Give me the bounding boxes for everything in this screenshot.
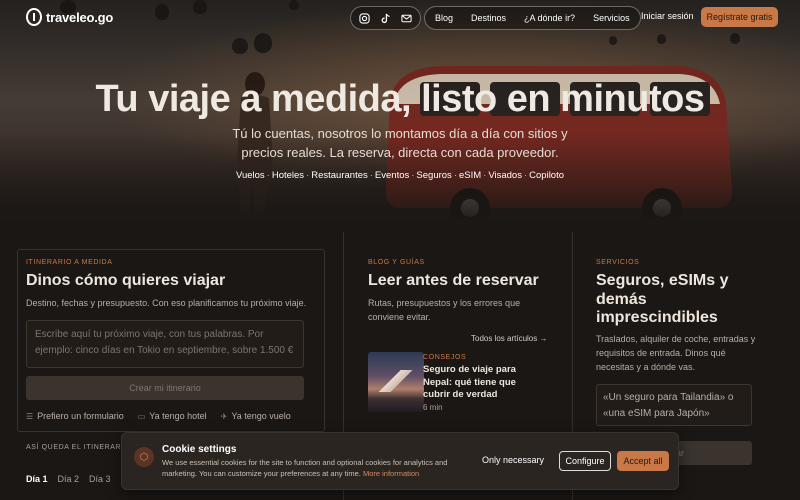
option-hotel[interactable]: ▭ Ya tengo hotel xyxy=(138,411,207,421)
login-link[interactable]: Iniciar sesión xyxy=(641,11,694,21)
itinerary-options: ☰ Prefiero un formulario ▭ Ya tengo hotel … xyxy=(26,411,291,421)
cookie-icon: ⬡ xyxy=(134,447,154,467)
accept-all-button[interactable]: Accept all xyxy=(617,451,669,471)
nav-link-servicios[interactable]: Servicios xyxy=(593,13,630,23)
nav-link-destinos[interactable]: Destinos xyxy=(471,13,506,23)
day-tabs: Día 1 Día 2 Día 3 D xyxy=(26,474,127,484)
nav-link-where-to-go[interactable]: ¿A dónde ir? xyxy=(524,13,575,23)
create-itinerary-button[interactable]: Crear mi itinerario xyxy=(26,376,304,400)
list-icon: ☰ xyxy=(26,412,34,421)
tab-day-3[interactable]: Día 3 xyxy=(89,474,111,484)
tag-visados: Visados xyxy=(488,170,522,181)
cookie-banner: ⬡ Cookie settings We use essential cooki… xyxy=(121,432,679,490)
register-button[interactable]: Regístrate gratis xyxy=(701,7,778,27)
itinerary-title: Dinos cómo quieres viajar xyxy=(26,272,226,289)
tag-esim: eSIM xyxy=(458,170,482,181)
article-read-time: 6 min xyxy=(423,403,443,412)
tag-seguros: Seguros xyxy=(416,170,452,181)
tab-day-2[interactable]: Día 2 xyxy=(58,474,80,484)
blog-kicker: Blog y guías xyxy=(368,259,425,266)
services-desc: Traslados, alquiler de coche, entradas y… xyxy=(596,334,756,372)
main-nav: Blog Destinos ¿A dónde ir? Servicios xyxy=(424,6,641,30)
option-flight-label: Ya tengo vuelo xyxy=(231,411,291,421)
itinerary-desc: Destino, fechas y presupuesto. Con eso p… xyxy=(26,298,307,308)
services-title: Seguros, eSIMs y demás imprescindibles xyxy=(596,272,729,326)
blog-desc: Rutas, presupuestos y los errores que co… xyxy=(368,298,521,322)
article-tag: Consejos xyxy=(423,354,467,361)
tag-hoteles: Hoteles xyxy=(271,170,305,181)
itinerary-kicker: Itinerario a medida xyxy=(26,259,113,266)
article-title[interactable]: Seguro de viaje para Nepal: qué tiene qu… xyxy=(423,364,533,402)
instagram-icon[interactable] xyxy=(359,12,370,24)
option-form-label: Prefiero un formulario xyxy=(37,411,124,421)
nav-link-blog[interactable]: Blog xyxy=(435,13,453,23)
tab-day-1[interactable]: Día 1 xyxy=(26,474,48,484)
hero-service-tags: Vuelos · Hoteles · Restaurantes · Eventos · Segu… xyxy=(235,170,565,181)
blog-title: Leer antes de reservar xyxy=(368,272,539,289)
only-necessary-button[interactable]: Only necessary xyxy=(482,455,544,465)
all-articles-link[interactable]: Todos los artículos → xyxy=(471,334,547,343)
tiktok-icon[interactable] xyxy=(380,13,391,24)
itinerary-preview-label: Así queda el itinerario xyxy=(26,444,130,451)
option-form[interactable]: ☰ Prefiero un formulario xyxy=(26,411,124,421)
plane-icon: ✈ xyxy=(220,412,228,421)
logo-icon xyxy=(26,8,42,26)
tag-restaurantes: Restaurantes xyxy=(311,170,368,181)
hero-title: Tu viaje a medida, listo en minutos xyxy=(95,78,705,120)
hero-subtitle: Tú lo cuentas, nosotros lo montamos día … xyxy=(232,126,568,160)
trip-description-input[interactable]: Escribe aquí tu próximo viaje, con tus p… xyxy=(26,320,304,368)
tag-vuelos: Vuelos xyxy=(235,170,265,181)
article-thumbnail[interactable] xyxy=(368,352,424,412)
bed-icon: ▭ xyxy=(137,412,146,421)
tag-copiloto: Copiloto xyxy=(529,170,565,181)
configure-button[interactable]: Configure xyxy=(559,451,611,471)
brand-name: traveleo.go xyxy=(46,9,114,25)
services-kicker: Servicios xyxy=(596,259,640,266)
cookie-more-info-link[interactable]: More information xyxy=(363,469,419,478)
option-hotel-label: Ya tengo hotel xyxy=(149,411,207,421)
tag-eventos: Eventos xyxy=(374,170,410,181)
social-links xyxy=(350,6,421,30)
option-flight[interactable]: ✈ Ya tengo vuelo xyxy=(221,411,291,421)
cookie-text: We use essential cookies for the site to… xyxy=(162,457,472,479)
cookie-title: Cookie settings xyxy=(162,444,237,455)
services-query-input[interactable]: «Un seguro para Tailandia» o «una eSIM p… xyxy=(596,384,752,426)
brand-logo[interactable]: traveleo.go xyxy=(26,8,113,26)
mail-icon[interactable] xyxy=(401,13,412,24)
